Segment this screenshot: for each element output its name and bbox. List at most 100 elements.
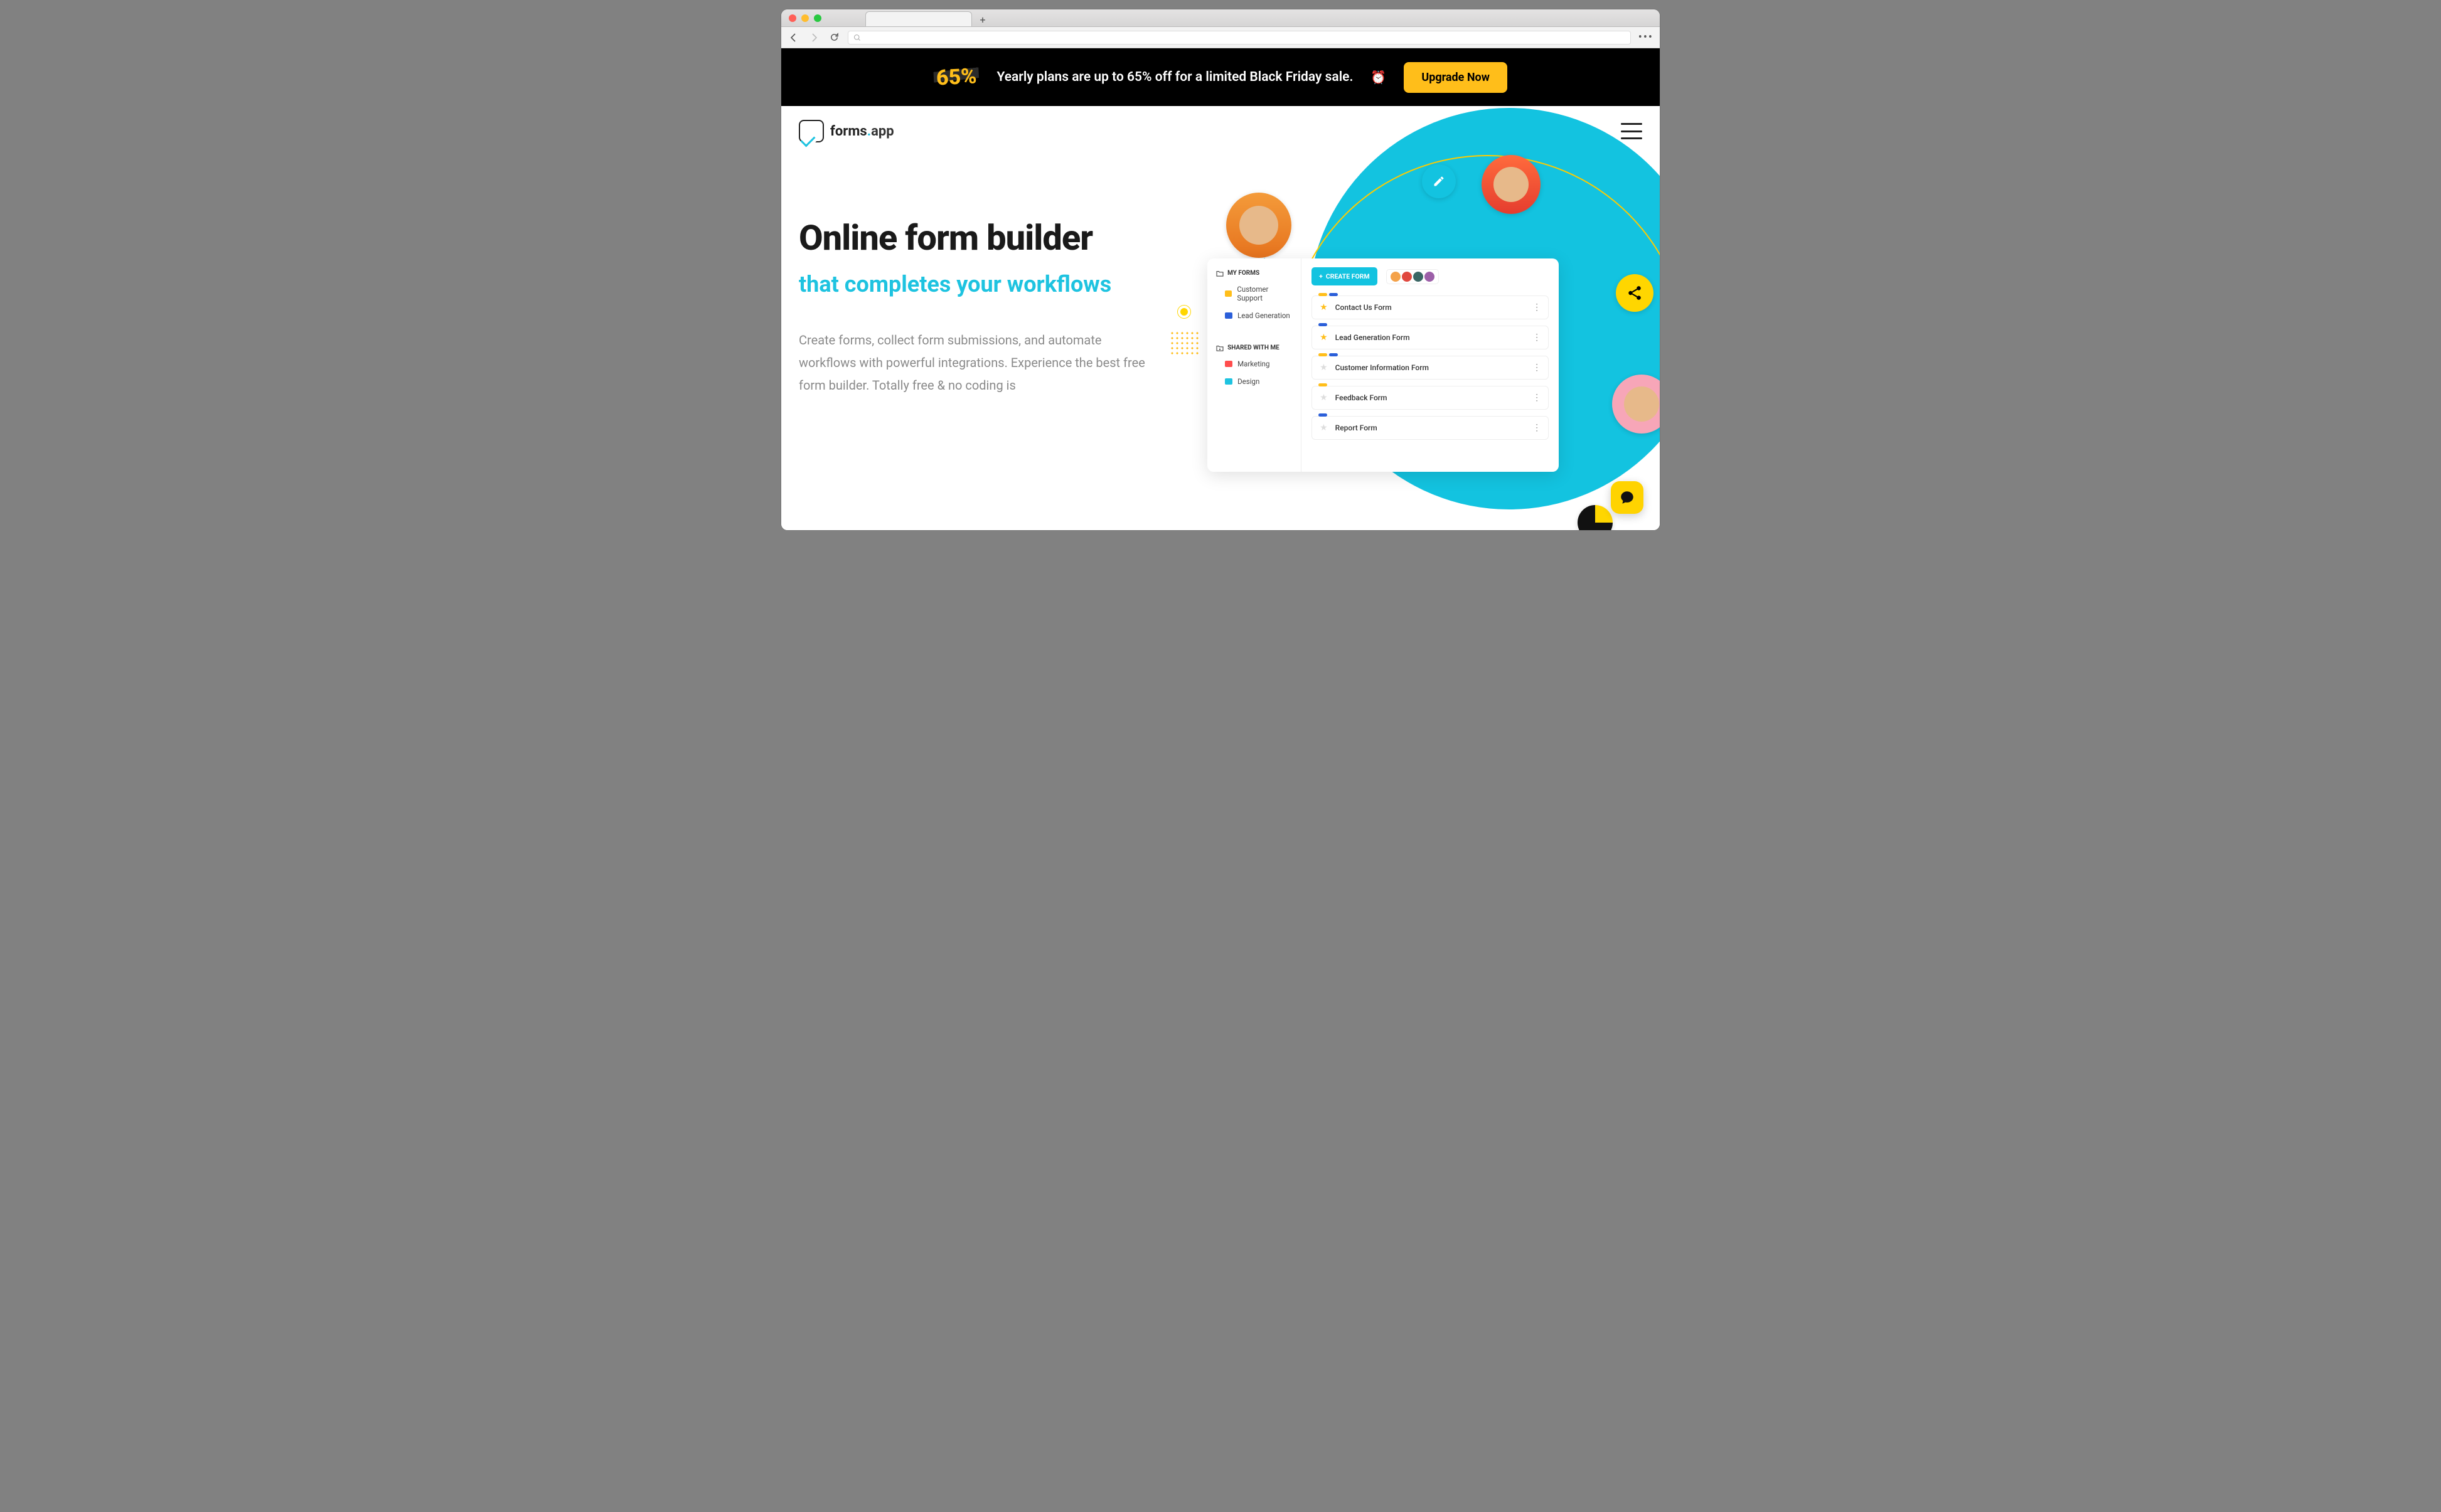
alarm-clock-icon: ⏰	[1370, 70, 1386, 85]
brand-name-prefix: forms	[830, 124, 867, 139]
share-icon	[1616, 274, 1653, 312]
browser-window: + ••• 65% Yearly plans are up to 65% off…	[781, 9, 1660, 530]
sidebar-section-shared: SHARED WITH ME	[1207, 341, 1301, 355]
orbit-node	[1178, 306, 1190, 318]
form-list: ★ Contact Us Form ⋮ ★ Lead Generation Fo…	[1311, 295, 1549, 440]
avatar	[1424, 272, 1434, 282]
star-icon[interactable]: ★	[1320, 363, 1328, 373]
sidebar-item-label: Lead Generation	[1237, 311, 1290, 320]
hero-illustration: MY FORMS Customer Support Lead Generation…	[1195, 142, 1660, 523]
form-card[interactable]: ★ Lead Generation Form ⋮	[1311, 326, 1549, 349]
browser-toolbar: •••	[781, 27, 1660, 48]
close-window-button[interactable]	[789, 14, 796, 22]
more-options-button[interactable]: ⋮	[1532, 423, 1541, 433]
app-toolbar: + CREATE FORM	[1311, 267, 1549, 285]
folder-outline-icon	[1216, 270, 1224, 277]
status-bars	[1318, 353, 1338, 356]
brand-logo[interactable]: forms.app	[799, 120, 894, 142]
minimize-window-button[interactable]	[801, 14, 809, 22]
search-icon	[853, 34, 861, 41]
hero-copy: Online form builder that completes your …	[799, 142, 1195, 523]
dots-pattern	[1170, 331, 1201, 356]
sidebar-section-label: MY FORMS	[1227, 270, 1259, 277]
status-bars	[1318, 383, 1327, 386]
folder-icon	[1225, 290, 1232, 297]
page-content: 65% Yearly plans are up to 65% off for a…	[781, 48, 1660, 530]
menu-button[interactable]	[1621, 123, 1642, 139]
form-name: Customer Information Form	[1335, 363, 1429, 372]
sidebar-item[interactable]: Lead Generation	[1207, 307, 1301, 324]
edit-icon	[1422, 164, 1456, 198]
upgrade-now-button[interactable]: Upgrade Now	[1404, 62, 1507, 93]
promo-discount-badge: 65%	[933, 62, 980, 92]
avatar	[1226, 193, 1291, 258]
chat-launcher-button[interactable]	[1611, 481, 1643, 514]
promo-banner: 65% Yearly plans are up to 65% off for a…	[781, 48, 1660, 106]
form-name: Contact Us Form	[1335, 303, 1392, 312]
app-sidebar: MY FORMS Customer Support Lead Generation…	[1207, 258, 1301, 472]
brand-name: forms.app	[830, 124, 894, 139]
folder-icon	[1225, 378, 1232, 385]
form-card[interactable]: ★ Customer Information Form ⋮	[1311, 356, 1549, 380]
browser-tabstrip: +	[865, 9, 990, 26]
shared-folder-icon	[1216, 345, 1224, 351]
create-form-label: CREATE FORM	[1326, 272, 1370, 280]
reload-button[interactable]	[828, 33, 840, 42]
star-icon[interactable]: ★	[1320, 302, 1328, 312]
address-bar[interactable]	[848, 31, 1631, 45]
site-header: forms.app	[781, 106, 1660, 142]
status-bars	[1318, 413, 1327, 417]
create-form-button[interactable]: + CREATE FORM	[1311, 267, 1377, 285]
sidebar-section-my-forms: MY FORMS	[1207, 266, 1301, 280]
star-icon[interactable]: ★	[1320, 333, 1328, 343]
star-icon[interactable]: ★	[1320, 393, 1328, 403]
browser-tab[interactable]	[865, 11, 972, 26]
sidebar-my-forms-list: Customer Support Lead Generation	[1207, 280, 1301, 324]
form-name: Report Form	[1335, 423, 1377, 432]
promo-text: Yearly plans are up to 65% off for a lim…	[996, 70, 1353, 85]
sidebar-item[interactable]: Marketing	[1207, 355, 1301, 373]
collaborator-avatars[interactable]	[1386, 269, 1439, 284]
brand-name-suffix: app	[871, 124, 894, 139]
new-tab-button[interactable]: +	[976, 13, 990, 26]
folder-icon	[1225, 361, 1232, 367]
avatar	[1402, 272, 1412, 282]
more-options-button[interactable]: ⋮	[1532, 333, 1541, 343]
avatar	[1413, 272, 1423, 282]
hero-subhead: that completes your workflows	[799, 270, 1195, 299]
folder-icon	[1225, 312, 1232, 319]
forward-button[interactable]	[808, 33, 820, 43]
avatar	[1391, 272, 1401, 282]
chat-icon	[1619, 489, 1635, 506]
form-card[interactable]: ★ Feedback Form ⋮	[1311, 386, 1549, 410]
browser-menu-button[interactable]: •••	[1638, 31, 1653, 44]
window-controls	[789, 14, 821, 22]
star-icon[interactable]: ★	[1320, 423, 1328, 433]
avatar	[1482, 155, 1541, 214]
more-options-button[interactable]: ⋮	[1532, 393, 1541, 403]
browser-titlebar: +	[781, 9, 1660, 27]
sidebar-item[interactable]: Design	[1207, 373, 1301, 390]
form-card[interactable]: ★ Report Form ⋮	[1311, 416, 1549, 440]
app-main: + CREATE FORM ★ Contact Us Form	[1301, 258, 1559, 472]
hero-body: Create forms, collect form submissions, …	[799, 329, 1150, 397]
plus-icon: +	[1319, 272, 1323, 280]
form-name: Lead Generation Form	[1335, 333, 1410, 342]
back-button[interactable]	[788, 33, 800, 43]
app-mock-panel: MY FORMS Customer Support Lead Generation…	[1207, 258, 1559, 472]
sidebar-item-label: Marketing	[1237, 359, 1269, 368]
form-card[interactable]: ★ Contact Us Form ⋮	[1311, 295, 1549, 319]
more-options-button[interactable]: ⋮	[1532, 302, 1541, 312]
sidebar-section-label: SHARED WITH ME	[1227, 344, 1279, 351]
sidebar-shared-list: Marketing Design	[1207, 355, 1301, 390]
logo-mark-icon	[799, 120, 824, 142]
form-name: Feedback Form	[1335, 393, 1387, 402]
status-bars	[1318, 323, 1327, 326]
status-bars	[1318, 293, 1338, 296]
sidebar-item[interactable]: Customer Support	[1207, 280, 1301, 307]
sidebar-item-label: Design	[1237, 377, 1259, 386]
sidebar-item-label: Customer Support	[1237, 285, 1292, 302]
more-options-button[interactable]: ⋮	[1532, 363, 1541, 373]
maximize-window-button[interactable]	[814, 14, 821, 22]
hero-section: Online form builder that completes your …	[781, 142, 1660, 523]
